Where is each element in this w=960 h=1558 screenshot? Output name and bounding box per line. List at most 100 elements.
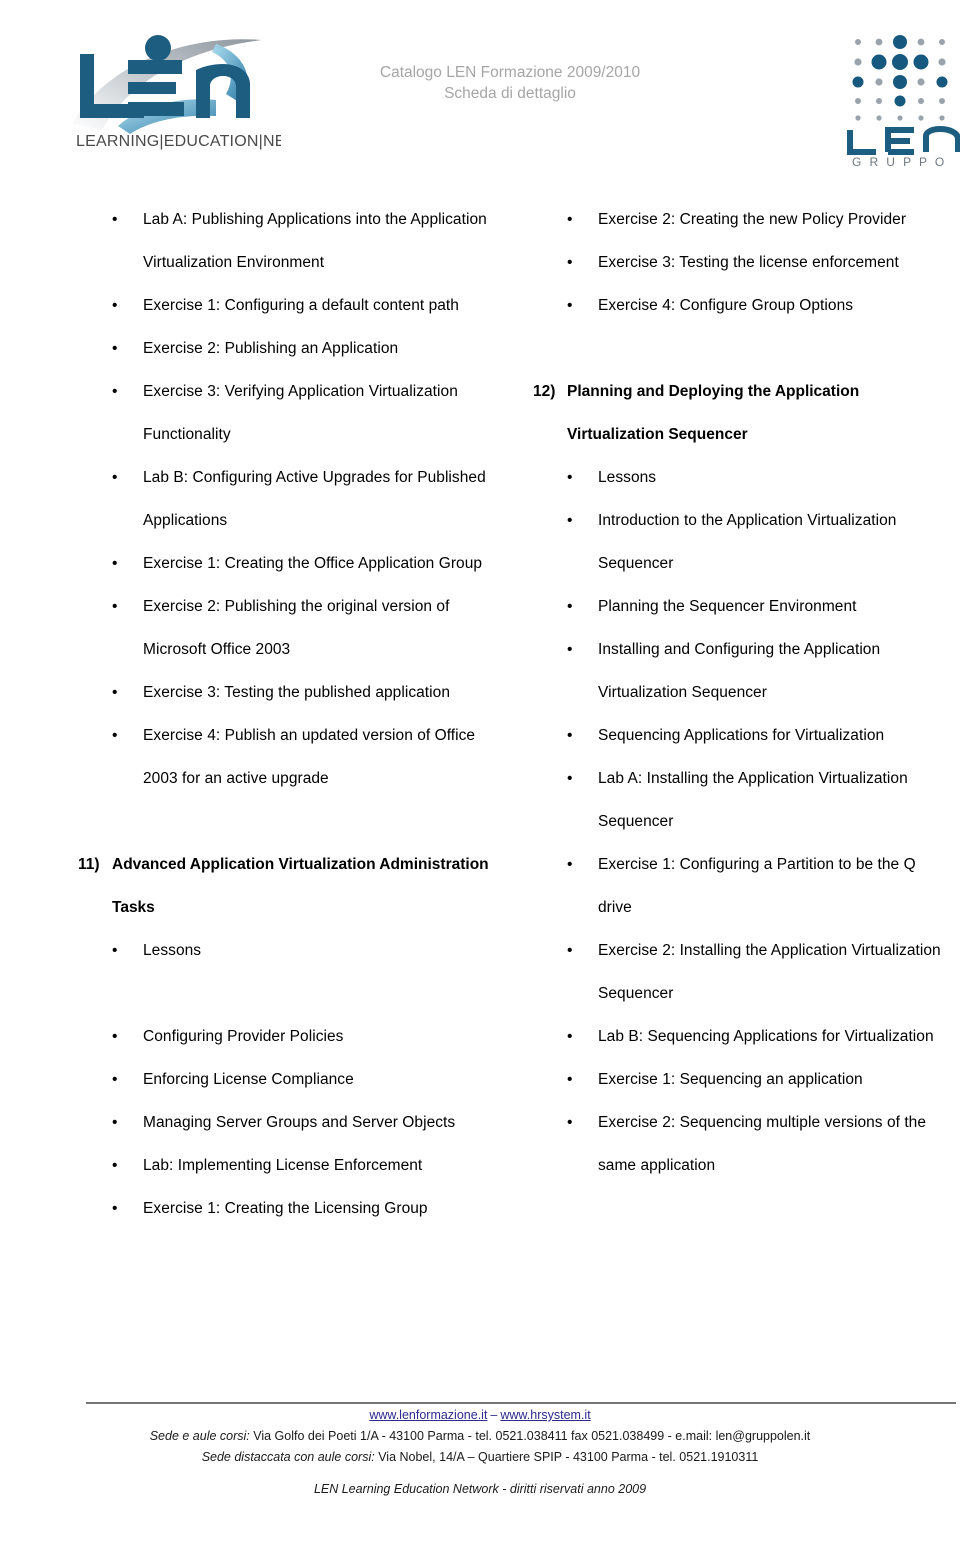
bullet-icon: • <box>112 211 118 228</box>
svg-text:G R U P P O: G R U P P O <box>852 155 947 166</box>
outline-list-item-text: Lab A: Installing the Application Virtua… <box>598 770 908 830</box>
outline-heading-number: 12) <box>533 383 556 400</box>
outline-list-item: • Exercise 1: Creating the Office Applica… <box>78 542 498 585</box>
outline-list-item: • Exercise 2: Installing the Application … <box>533 929 953 1015</box>
outline-list-item: • Planning the Sequencer Environment <box>533 585 953 628</box>
document-header-title: Catalogo LEN Formazione 2009/2010 Scheda… <box>330 62 690 104</box>
outline-list-item: • Lessons <box>533 456 953 499</box>
outline-list-item-text: Exercise 4: Configure Group Options <box>598 297 854 314</box>
outline-list-item-text: Exercise 1: Creating the Office Applicat… <box>143 555 483 572</box>
outline-list-item: • Enforcing License Compliance <box>78 1058 498 1101</box>
outline-list-item-text: Exercise 2: Publishing an Application <box>143 340 399 357</box>
outline-list-item-text: Sequencing Applications for Virtualizati… <box>598 727 885 744</box>
footer-address-line-2: Sede distaccata con aule corsi: Via Nobe… <box>0 1447 960 1468</box>
outline-spacer <box>78 972 498 1015</box>
outline-heading-text: Planning and Deploying the Application V… <box>567 383 860 443</box>
header-title-line2: Scheda di dettaglio <box>444 85 576 102</box>
bullet-icon: • <box>112 1071 118 1088</box>
bullet-icon: • <box>567 1071 573 1088</box>
outline-list-item: • Exercise 3: Verifying Application Virtu… <box>78 370 498 456</box>
bullet-icon: • <box>112 942 118 959</box>
footer-link-lenformazione[interactable]: www.lenformazione.it <box>369 1408 487 1422</box>
outline-list-item: • Exercise 3: Testing the published appli… <box>78 671 498 714</box>
outline-list-item: • Exercise 2: Publishing an Application <box>78 327 498 370</box>
bullet-icon: • <box>112 684 118 701</box>
bullet-icon: • <box>567 469 573 486</box>
outline-list-item: • Lab A: Publishing Applications into the… <box>78 198 498 284</box>
outline-list-item-text: Installing and Configuring the Applicati… <box>598 641 881 701</box>
svg-text:LEARNING|EDUCATION|NETWORK: LEARNING|EDUCATION|NETWORK <box>76 133 281 150</box>
footer-address-line-1: Sede e aule corsi: Via Golfo dei Poeti 1… <box>0 1426 960 1447</box>
outline-list-item-text: Managing Server Groups and Server Object… <box>143 1114 456 1131</box>
footer-address: Sede e aule corsi: Via Golfo dei Poeti 1… <box>0 1426 960 1468</box>
outline-list-item: • Lab A: Installing the Application Virtu… <box>533 757 953 843</box>
footer-address-text-1: Via Golfo dei Poeti 1/A - 43100 Parma - … <box>249 1429 811 1443</box>
outline-spacer <box>533 327 953 370</box>
bullet-icon: • <box>112 340 118 357</box>
outline-list-item: • Configuring Provider Policies <box>78 1015 498 1058</box>
bullet-icon: • <box>112 727 118 744</box>
outline-list-item-text: Exercise 2: Publishing the original vers… <box>143 598 450 658</box>
outline-list-item-text: Exercise 3: Verifying Application Virtua… <box>143 383 458 443</box>
outline-list-item-text: Exercise 1: Configuring a default conten… <box>143 297 459 314</box>
outline-list-item: • Lab B: Sequencing Applications for Virt… <box>533 1015 953 1058</box>
outline-list-item-text: Lessons <box>143 942 202 959</box>
bullet-icon: • <box>567 942 573 959</box>
bullet-icon: • <box>112 598 118 615</box>
outline-list-item-text: Enforcing License Compliance <box>143 1071 354 1088</box>
footer-address-label-1: Sede e aule corsi: <box>149 1429 250 1443</box>
outline-list-item: • Lab: Implementing License Enforcement <box>78 1144 498 1187</box>
outline-numbered-heading: 12) Planning and Deploying the Applicatio… <box>533 370 953 456</box>
outline-list-item: • Exercise 1: Sequencing an application <box>533 1058 953 1101</box>
len-gruppo-logo: G R U P P O <box>840 26 960 166</box>
footer-divider <box>86 1402 956 1404</box>
bullet-icon: • <box>567 598 573 615</box>
bullet-icon: • <box>112 1028 118 1045</box>
outline-list-item: • Sequencing Applications for Virtualizat… <box>533 714 953 757</box>
outline-list-item: • Exercise 1: Configuring a default conte… <box>78 284 498 327</box>
outline-list-item-text: Lab B: Configuring Active Upgrades for P… <box>143 469 486 529</box>
outline-list-item-text: Exercise 3: Testing the published applic… <box>143 684 450 701</box>
footer-copyright: LEN Learning Education Network - diritti… <box>313 1482 647 1496</box>
bullet-icon: • <box>567 856 573 873</box>
bullet-icon: • <box>567 512 573 529</box>
outline-list-item-text: Exercise 1: Configuring a Partition to b… <box>598 856 916 916</box>
bullet-icon: • <box>567 254 573 271</box>
bullet-icon: • <box>567 727 573 744</box>
course-outline-content: • Lab A: Publishing Applications into the… <box>0 198 960 1388</box>
outline-list-item-text: Configuring Provider Policies <box>143 1028 344 1045</box>
outline-list-item-text: Lab B: Sequencing Applications for Virtu… <box>598 1028 934 1045</box>
outline-list-item-text: Lessons <box>598 469 657 486</box>
outline-list-item: • Exercise 1: Creating the Licensing Grou… <box>78 1187 498 1230</box>
outline-list-item-text: Exercise 2: Creating the new Policy Prov… <box>598 211 907 228</box>
outline-list-item: • Exercise 4: Configure Group Options <box>533 284 953 327</box>
bullet-icon: • <box>112 1114 118 1131</box>
outline-heading-number: 11) <box>78 856 100 873</box>
outline-list-item: • Managing Server Groups and Server Objec… <box>78 1101 498 1144</box>
outline-numbered-heading: 11) Advanced Application Virtualization A… <box>78 843 498 929</box>
outline-list-item-text: Exercise 2: Sequencing multiple versions… <box>598 1114 927 1174</box>
len-formazione-logo: LEARNING|EDUCATION|NETWORK <box>66 30 281 158</box>
bullet-icon: • <box>112 555 118 572</box>
outline-list-item: • Exercise 2: Sequencing multiple version… <box>533 1101 953 1187</box>
outline-list-item: • Exercise 2: Creating the new Policy Pro… <box>533 198 953 241</box>
outline-list-item-text: Lab: Implementing License Enforcement <box>143 1157 423 1174</box>
bullet-icon: • <box>567 770 573 787</box>
bullet-icon: • <box>567 641 573 658</box>
bullet-icon: • <box>112 1157 118 1174</box>
bullet-icon: • <box>567 1028 573 1045</box>
bullet-icon: • <box>112 1200 118 1217</box>
outline-list-item: • Exercise 4: Publish an updated version … <box>78 714 498 800</box>
outline-heading-text: Advanced Application Virtualization Admi… <box>112 856 489 916</box>
outline-list-item-text: Exercise 4: Publish an updated version o… <box>143 727 476 787</box>
outline-list-item: • Exercise 3: Testing the license enforce… <box>533 241 953 284</box>
outline-column-left: • Lab A: Publishing Applications into the… <box>78 198 498 1230</box>
bullet-icon: • <box>112 383 118 400</box>
bullet-icon: • <box>567 211 573 228</box>
footer-address-label-2: Sede distaccata con aule corsi: <box>201 1450 375 1464</box>
footer-link-hrsystem[interactable]: www.hrsystem.it <box>500 1408 590 1422</box>
outline-list-item-text: Exercise 3: Testing the license enforcem… <box>598 254 899 271</box>
footer-links: www.lenformazione.it – www.hrsystem.it <box>0 1408 960 1422</box>
outline-list-item: • Exercise 1: Configuring a Partition to … <box>533 843 953 929</box>
outline-list-item-text: Exercise 1: Creating the Licensing Group <box>143 1200 428 1217</box>
